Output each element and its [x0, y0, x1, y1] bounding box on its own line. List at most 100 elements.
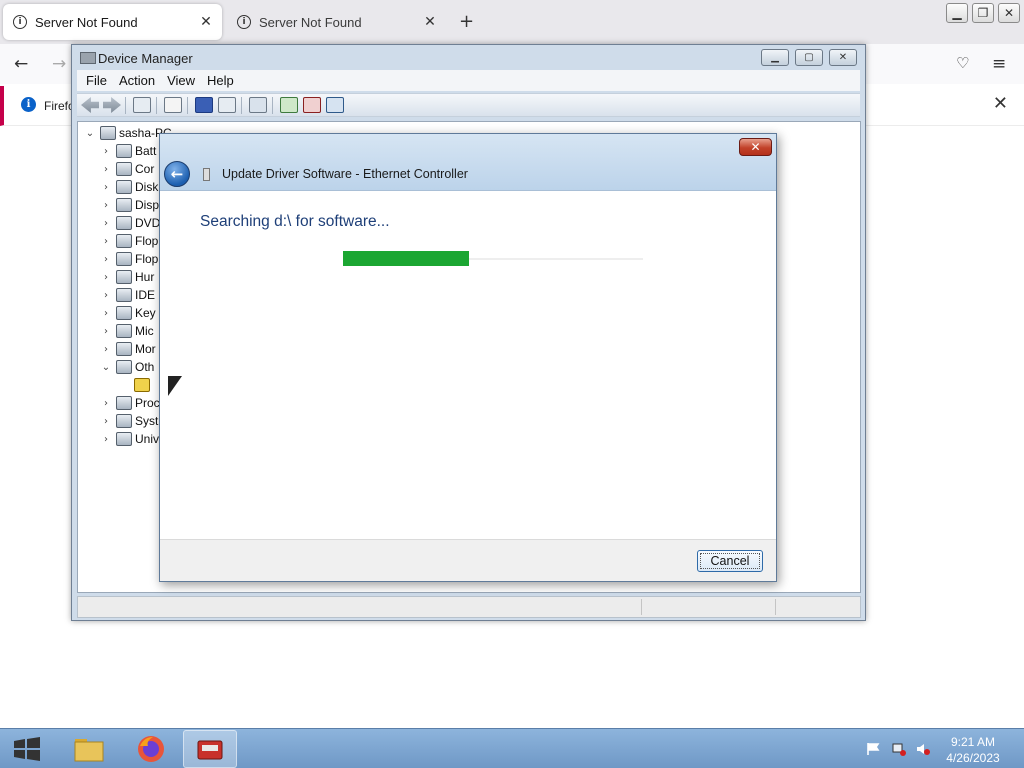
dm-maximize-button[interactable]: ▢	[795, 49, 823, 66]
dialog-header: ✕ ← Update Driver Software - Ethernet Co…	[160, 134, 776, 191]
action-pane-icon[interactable]	[218, 97, 236, 113]
taskbar-device-manager[interactable]	[183, 730, 237, 768]
action-center-flag-icon[interactable]	[866, 742, 880, 756]
tree-item[interactable]: › Batt	[100, 142, 156, 160]
tab-server-not-found-2[interactable]: i Server Not Found ✕	[227, 4, 446, 40]
browser-tab-bar: i Server Not Found ✕ i Server Not Found …	[0, 0, 1024, 44]
back-arrow-button[interactable]: ←	[164, 161, 190, 187]
tab-close-icon[interactable]: ✕	[420, 14, 440, 30]
dialog-close-button[interactable]: ✕	[739, 138, 772, 156]
tree-item[interactable]: › Flop	[100, 250, 158, 268]
back-arrow-icon[interactable]: ←	[14, 54, 28, 74]
expand-chevron-icon[interactable]: ›	[100, 434, 112, 445]
cancel-button[interactable]: Cancel	[697, 550, 763, 572]
windows-start-icon[interactable]	[12, 736, 42, 762]
dialog-footer: Cancel	[160, 539, 776, 581]
new-tab-plus-icon[interactable]: +	[459, 11, 474, 32]
progress-bar	[343, 251, 469, 266]
window-close-button[interactable]: ✕	[998, 3, 1020, 23]
hamburger-menu-icon[interactable]: ≡	[992, 54, 1006, 74]
tree-item-label: Mic	[135, 324, 154, 338]
info-icon: i	[21, 97, 36, 112]
uninstall-device-icon[interactable]	[303, 97, 321, 113]
tree-item[interactable]: › Cor	[100, 160, 154, 178]
tree-item[interactable]: ⌄ Oth	[100, 358, 154, 376]
tree-item[interactable]	[130, 376, 153, 394]
volume-muted-icon[interactable]	[916, 742, 930, 756]
dm-close-button[interactable]: ✕	[829, 49, 857, 66]
expand-chevron-icon[interactable]: ›	[100, 308, 112, 319]
tree-item[interactable]: › Hur	[100, 268, 154, 286]
menu-view[interactable]: View	[167, 73, 195, 88]
scan-hardware-icon[interactable]	[249, 97, 267, 113]
collapse-chevron-icon[interactable]: ⌄	[84, 128, 96, 139]
taskbar-clock[interactable]: 9:21 AM 4/26/2023	[940, 734, 1006, 766]
expand-chevron-icon[interactable]: ›	[100, 218, 112, 229]
properties-icon[interactable]	[164, 97, 182, 113]
back-arrow-icon[interactable]	[81, 97, 99, 113]
menu-help[interactable]: Help	[207, 73, 234, 88]
tree-item[interactable]: › Disp	[100, 196, 159, 214]
menu-file[interactable]: File	[86, 73, 107, 88]
device-manager-titlebar[interactable]: Device Manager ▁ ▢ ✕	[72, 45, 865, 71]
device-category-icon	[116, 396, 132, 410]
expand-chevron-icon[interactable]: ›	[100, 182, 112, 193]
tree-item[interactable]: › IDE	[100, 286, 155, 304]
forward-arrow-icon[interactable]: →	[52, 54, 66, 74]
mouse-cursor-icon	[168, 376, 182, 396]
expand-chevron-icon[interactable]: ›	[100, 164, 112, 175]
update-driver-icon[interactable]	[280, 97, 298, 113]
tree-item[interactable]: › DVD	[100, 214, 160, 232]
taskbar-explorer[interactable]	[62, 730, 116, 768]
expand-chevron-icon[interactable]: ›	[100, 344, 112, 355]
expand-chevron-icon[interactable]: ›	[100, 272, 112, 283]
forward-arrow-icon[interactable]	[103, 97, 121, 113]
dm-minimize-button[interactable]: ▁	[761, 49, 789, 66]
tree-item-label: Hur	[135, 270, 155, 284]
tree-item[interactable]: › Univ	[100, 430, 159, 448]
pocket-icon[interactable]: ♡	[956, 54, 969, 72]
taskbar: 9:21 AM 4/26/2023	[0, 728, 1024, 768]
device-manager-icon	[197, 740, 223, 760]
expand-chevron-icon[interactable]: ›	[100, 236, 112, 247]
network-error-icon[interactable]	[892, 742, 906, 756]
tab-server-not-found-1[interactable]: i Server Not Found ✕	[3, 4, 222, 40]
collapse-chevron-icon[interactable]: ⌄	[100, 362, 112, 373]
window-minimize-button[interactable]: ▁	[946, 3, 968, 23]
tree-item[interactable]: › Flop	[100, 232, 158, 250]
expand-chevron-icon[interactable]: ›	[100, 416, 112, 427]
device-category-icon	[116, 144, 132, 158]
device-category-icon	[116, 252, 132, 266]
tree-item[interactable]: › Disk	[100, 178, 158, 196]
tree-item-label: Batt	[135, 144, 157, 158]
expand-chevron-icon[interactable]: ›	[100, 398, 112, 409]
firefox-icon	[138, 736, 164, 762]
expand-chevron-icon[interactable]: ›	[100, 326, 112, 337]
window-restore-button[interactable]: ❐	[972, 3, 994, 23]
device-category-icon	[116, 306, 132, 320]
device-category-icon	[116, 360, 132, 374]
tree-item[interactable]: › Mic	[100, 322, 154, 340]
expand-chevron-icon[interactable]: ›	[100, 146, 112, 157]
tree-item[interactable]: › Key	[100, 304, 156, 322]
clock-date: 4/26/2023	[946, 751, 1000, 765]
help-icon[interactable]	[195, 97, 213, 113]
notification-close-icon[interactable]: ✕	[993, 93, 1008, 114]
info-icon: i	[237, 15, 251, 29]
tree-item-label: Disp	[135, 198, 160, 212]
tab-close-icon[interactable]: ✕	[196, 14, 216, 30]
tree-item[interactable]: › Proc	[100, 394, 160, 412]
disable-device-icon[interactable]	[326, 97, 344, 113]
taskbar-firefox[interactable]	[124, 730, 178, 768]
expand-chevron-icon[interactable]: ›	[100, 254, 112, 265]
tree-item[interactable]: › Mor	[100, 340, 156, 358]
menu-action[interactable]: Action	[119, 73, 155, 88]
folder-icon	[74, 739, 104, 762]
show-hide-console-tree-icon[interactable]	[133, 97, 151, 113]
tree-item[interactable]: › Syst	[100, 412, 158, 430]
device-category-icon	[116, 432, 132, 446]
expand-chevron-icon[interactable]: ›	[100, 200, 112, 211]
expand-chevron-icon[interactable]: ›	[100, 290, 112, 301]
tree-item-label: Mor	[135, 342, 156, 356]
tab-title: Server Not Found	[259, 14, 362, 30]
